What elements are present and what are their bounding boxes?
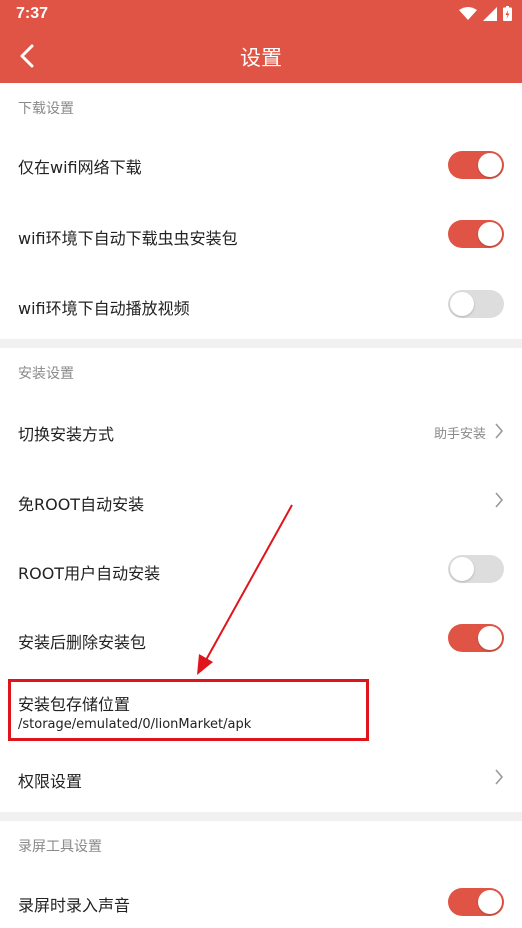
- setting-row-delete-after-install[interactable]: 安装后删除安装包: [0, 604, 522, 674]
- root-user-install-toggle[interactable]: [448, 555, 504, 583]
- record-audio-toggle[interactable]: [448, 888, 504, 916]
- section-header-download: 下载设置: [0, 83, 522, 127]
- autoplay-video-toggle[interactable]: [448, 290, 504, 318]
- setting-label: 免ROOT自动安装: [18, 495, 145, 514]
- auto-download-toggle[interactable]: [448, 220, 504, 248]
- setting-label: 安装后删除安装包: [18, 633, 147, 652]
- wifi-download-toggle[interactable]: [448, 151, 504, 179]
- setting-label: 录屏时录入声音: [18, 896, 131, 915]
- battery-icon: [503, 6, 512, 21]
- section-header-install: 安装设置: [0, 348, 522, 392]
- setting-label: wifi环境下自动下载虫虫安装包: [18, 229, 238, 248]
- page-title: 设置: [240, 46, 282, 70]
- install-method-value: 助手安装: [433, 427, 486, 442]
- status-bar: 7:37: [0, 0, 522, 28]
- signal-icon: [483, 6, 497, 21]
- delete-after-install-toggle[interactable]: [448, 624, 504, 652]
- wifi-icon: [459, 6, 477, 20]
- section-header-screen-record: 录屏工具设置: [0, 821, 522, 865]
- setting-row-wifi-download[interactable]: 仅在wifi网络下载: [0, 127, 522, 197]
- chevron-right-icon: [495, 423, 504, 439]
- section-divider: [0, 339, 522, 348]
- setting-label: wifi环境下自动播放视频: [18, 299, 190, 318]
- annotation-highlight-box: [8, 679, 369, 741]
- setting-row-auto-download[interactable]: wifi环境下自动下载虫虫安装包: [0, 197, 522, 267]
- setting-row-permissions[interactable]: 权限设置: [0, 746, 522, 812]
- status-icons: [459, 6, 512, 21]
- app-bar: 设置: [0, 28, 522, 83]
- setting-row-root-user-install[interactable]: ROOT用户自动安装: [0, 534, 522, 604]
- setting-row-switch-install-method[interactable]: 切换安装方式 助手安装: [0, 392, 522, 464]
- section-divider: [0, 812, 522, 821]
- chevron-right-icon: [495, 769, 504, 785]
- setting-row-autoplay-video[interactable]: wifi环境下自动播放视频: [0, 267, 522, 339]
- chevron-right-icon: [495, 492, 504, 508]
- status-time: 7:37: [16, 5, 49, 22]
- setting-label: 切换安装方式: [18, 425, 115, 444]
- setting-label: 权限设置: [18, 772, 83, 791]
- setting-row-root-free-install[interactable]: 免ROOT自动安装: [0, 464, 522, 534]
- setting-row-record-audio[interactable]: 录屏时录入声音: [0, 865, 522, 928]
- setting-label: 仅在wifi网络下载: [18, 158, 142, 177]
- setting-label: ROOT用户自动安装: [18, 564, 161, 583]
